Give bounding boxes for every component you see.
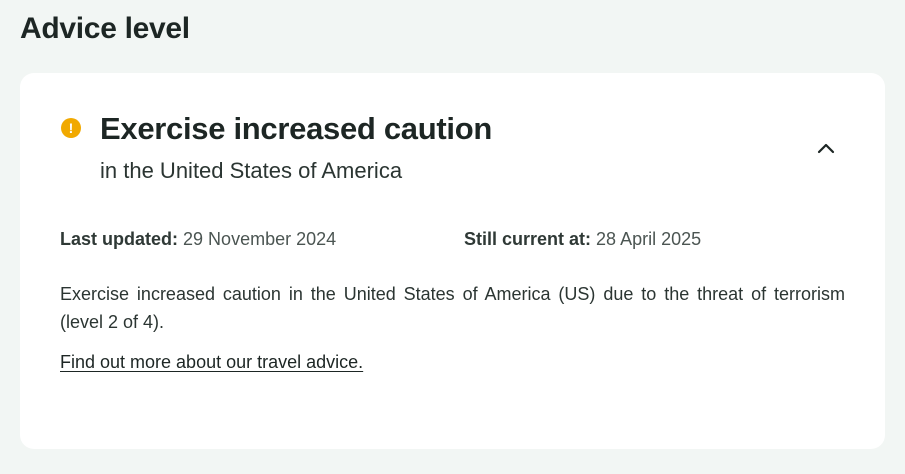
exclamation-circle-icon: !	[61, 118, 81, 138]
section-title: Advice level	[20, 12, 190, 45]
page: Advice level ! Exercise increased cautio…	[0, 0, 905, 474]
advice-heading: Exercise increased caution	[100, 111, 492, 146]
last-updated: Last updated: 29 November 2024	[60, 229, 336, 250]
still-current-value: 28 April 2025	[596, 229, 702, 249]
advice-body: Exercise increased caution in the United…	[60, 284, 845, 332]
collapse-toggle-button[interactable]	[814, 136, 838, 160]
chevron-up-icon	[817, 143, 835, 154]
still-current: Still current at: 28 April 2025	[464, 229, 701, 250]
travel-advice-link[interactable]: Find out more about our travel advice.	[60, 352, 363, 373]
last-updated-label: Last updated:	[60, 229, 179, 249]
last-updated-value: 29 November 2024	[183, 229, 337, 249]
advice-card: ! Exercise increased caution in the Unit…	[20, 73, 885, 449]
still-current-label: Still current at:	[464, 229, 592, 249]
advice-location: in the United States of America	[100, 158, 403, 183]
